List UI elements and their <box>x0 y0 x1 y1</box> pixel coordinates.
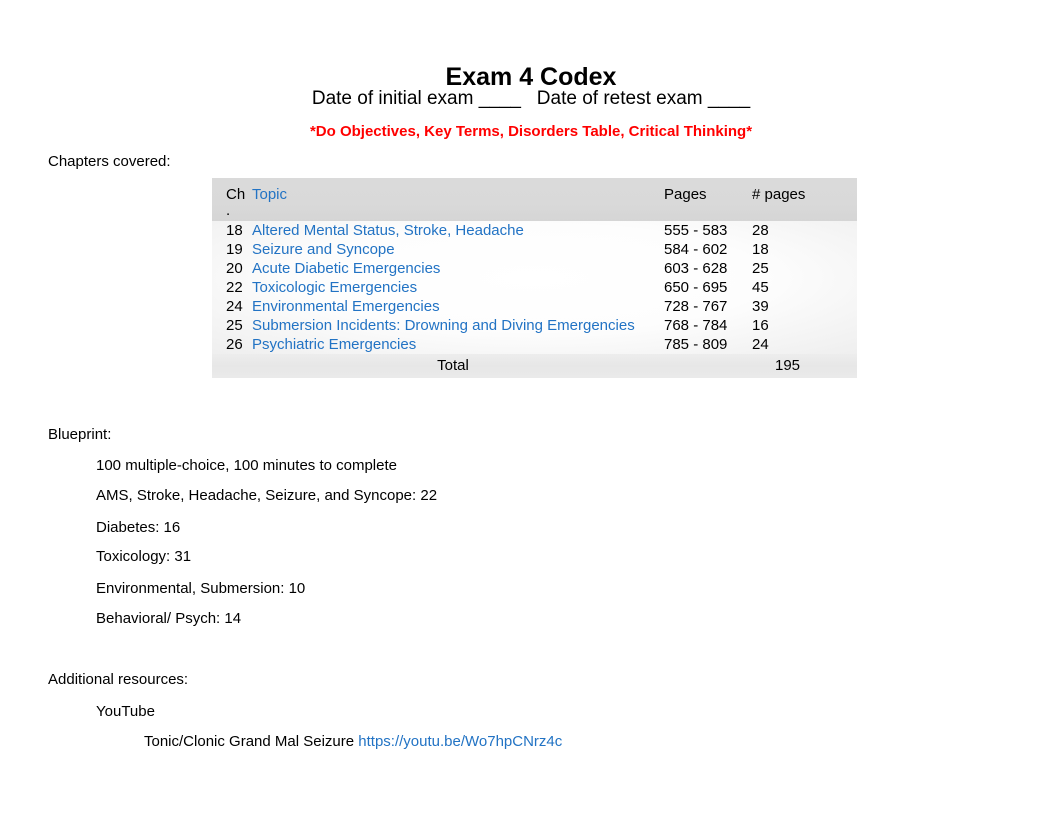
column-header-ch-sub: . <box>226 202 231 219</box>
table-row: 18 Altered Mental Status, Stroke, Headac… <box>212 221 857 240</box>
resource-video-title: Tonic/Clonic Grand Mal Seizure <box>144 733 359 750</box>
total-label: Total <box>242 354 664 378</box>
table-row: 24 Environmental Emergencies 728 - 767 3… <box>212 297 857 316</box>
cell-pages-range: 603 - 628 <box>664 260 728 277</box>
cell-topic-link[interactable]: Altered Mental Status, Stroke, Headache <box>242 221 664 240</box>
cell-pages-range: 650 - 695 <box>664 279 728 296</box>
exam-date-line: Date of initial exam ____ Date of retest… <box>311 88 751 109</box>
column-header-topic: Topic <box>242 178 664 221</box>
cell-topic-link[interactable]: Seizure and Syncope <box>242 240 664 259</box>
cell-chapter-number: 22 <box>226 279 243 296</box>
table-header: Ch . Topic Pages # pages <box>212 178 857 221</box>
cell-page-count: 25 <box>752 260 769 277</box>
cell-chapter-number: 25 <box>226 317 243 334</box>
blueprint-item: Environmental, Submersion: 10 <box>96 580 306 597</box>
total-page-count: 195 <box>752 354 857 378</box>
chapters-covered-label: Chapters covered: <box>48 153 171 170</box>
cell-chapter-number: 26 <box>226 336 243 353</box>
cell-chapter-number: 20 <box>226 260 243 277</box>
cell-chapter-number: 19 <box>226 241 243 258</box>
table-row: 25 Submersion Incidents: Drowning and Di… <box>212 316 857 335</box>
resource-video-entry: Tonic/Clonic Grand Mal Seizure https://y… <box>144 732 562 751</box>
blueprint-label: Blueprint: <box>48 426 112 443</box>
table-row: 20 Acute Diabetic Emergencies 603 - 628 … <box>212 259 857 278</box>
table-total-row: Total 195 <box>212 354 857 378</box>
blueprint-item: Diabetes: 16 <box>96 519 181 536</box>
resource-video-url-link[interactable]: https://youtu.be/Wo7hpCNrz4c <box>358 733 562 750</box>
cell-page-count: 28 <box>752 222 769 239</box>
blueprint-item: Toxicology: 31 <box>96 548 192 565</box>
cell-pages-range: 584 - 602 <box>664 241 728 258</box>
cell-pages-range: 728 - 767 <box>664 298 728 315</box>
cell-page-count: 16 <box>752 317 769 334</box>
table-row: 26 Psychiatric Emergencies 785 - 809 24 <box>212 335 857 354</box>
cell-pages-range: 785 - 809 <box>664 336 728 353</box>
cell-topic-link[interactable]: Submersion Incidents: Drowning and Divin… <box>242 316 664 335</box>
cell-topic-link[interactable]: Toxicologic Emergencies <box>242 278 664 297</box>
total-spacer-ch <box>212 354 242 378</box>
column-header-ch-label: Ch <box>226 186 246 203</box>
table-row: 22 Toxicologic Emergencies 650 - 695 45 <box>212 278 857 297</box>
total-spacer-pages <box>664 354 752 378</box>
cell-topic-link[interactable]: Acute Diabetic Emergencies <box>242 259 664 278</box>
blueprint-item: AMS, Stroke, Headache, Seizure, and Sync… <box>96 487 438 504</box>
cell-topic-link[interactable]: Psychiatric Emergencies <box>242 335 664 354</box>
cell-page-count: 45 <box>752 279 769 296</box>
chapters-table-container: Ch . Topic Pages # pages 18 Altered Ment… <box>212 178 857 378</box>
additional-resources-label: Additional resources: <box>48 671 189 688</box>
cell-page-count: 39 <box>752 298 769 315</box>
table-header-row: Ch . Topic Pages # pages <box>212 178 857 221</box>
blueprint-item: 100 multiple-choice, 100 minutes to comp… <box>96 457 397 474</box>
cell-chapter-number: 24 <box>226 298 243 315</box>
column-header-pages: Pages <box>664 178 752 221</box>
table-row: 19 Seizure and Syncope 584 - 602 18 <box>212 240 857 259</box>
blueprint-item: Behavioral/ Psych: 14 <box>96 610 242 627</box>
resource-source-youtube: YouTube <box>96 703 155 720</box>
table-body: 18 Altered Mental Status, Stroke, Headac… <box>212 221 857 378</box>
cell-pages-range: 768 - 784 <box>664 317 728 334</box>
cell-page-count: 18 <box>752 241 769 258</box>
chapters-table: Ch . Topic Pages # pages 18 Altered Ment… <box>212 178 857 378</box>
cell-topic-link[interactable]: Environmental Emergencies <box>242 297 664 316</box>
cell-page-count: 24 <box>752 336 769 353</box>
column-header-ch: Ch . <box>212 178 246 221</box>
instruction-note: *Do Objectives, Key Terms, Disorders Tab… <box>309 123 753 140</box>
column-header-num-pages: # pages <box>752 178 857 221</box>
cell-chapter-number: 18 <box>226 222 243 239</box>
document-page: Exam 4 Codex Date of initial exam ____ D… <box>0 0 1062 822</box>
cell-pages-range: 555 - 583 <box>664 222 728 239</box>
